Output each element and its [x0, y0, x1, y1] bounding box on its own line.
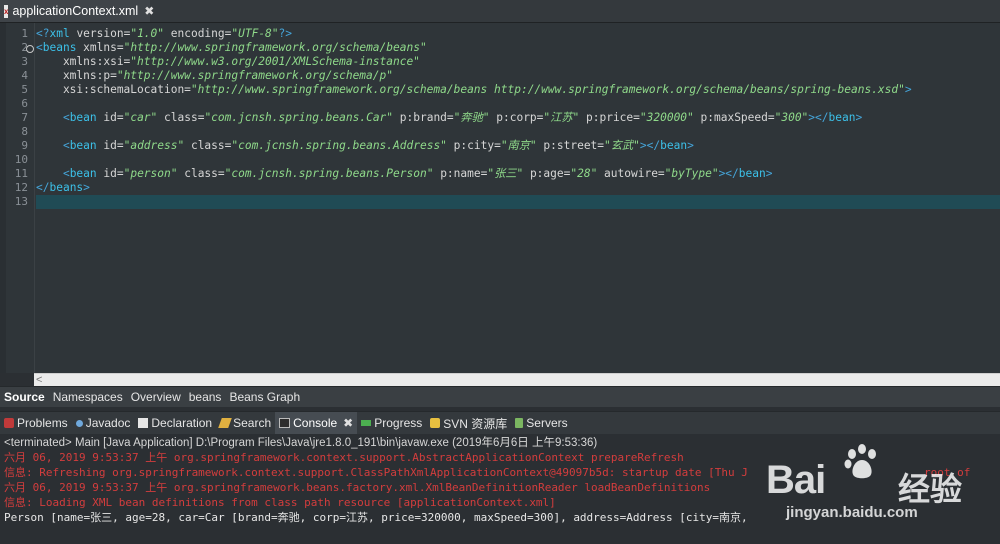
- code-line-9: <bean id="address" class="com.jcnsh.spri…: [36, 139, 694, 152]
- tab-servers[interactable]: Servers: [511, 412, 571, 434]
- tab-javadoc[interactable]: Javadoc: [72, 412, 135, 434]
- horizontal-scrollbar[interactable]: <: [34, 373, 1000, 387]
- editor-tab-bar: x applicationContext.xml ✖: [0, 0, 1000, 23]
- tab-label: Javadoc: [85, 416, 131, 430]
- tab-source[interactable]: Source: [0, 387, 49, 407]
- tab-label: Declaration: [151, 416, 213, 430]
- tab-label: Servers: [526, 416, 568, 430]
- line-number-gutter: 1 2 3 4 5 6 7 8 9 10 11 12 13: [6, 23, 35, 373]
- code-editor[interactable]: 1 2 3 4 5 6 7 8 9 10 11 12 13 <?xml vers…: [0, 23, 1000, 373]
- svn-icon: [430, 418, 441, 428]
- code-line-3: xmlns:xsi="http://www.w3.org/2001/XMLSch…: [36, 55, 420, 68]
- code-line-11: <bean id="person" class="com.jcnsh.sprin…: [36, 167, 773, 180]
- xml-file-icon: x: [4, 4, 9, 18]
- tab-label: Search: [233, 416, 272, 430]
- line-number: 13: [14, 195, 28, 208]
- console-line: 信息: Loading XML bean definitions from cl…: [4, 496, 556, 509]
- tab-overview[interactable]: Overview: [127, 387, 185, 407]
- console-line: 六月 06, 2019 9:53:37 上午 org.springframewo…: [4, 481, 711, 494]
- declaration-icon: [138, 418, 149, 428]
- code-line-1: <?xml version="1.0" encoding="UTF-8"?>: [36, 27, 293, 40]
- close-icon[interactable]: ✖: [343, 416, 353, 430]
- tab-namespaces[interactable]: Namespaces: [49, 387, 127, 407]
- console-output[interactable]: <terminated> Main [Java Application] D:\…: [0, 434, 1000, 544]
- line-number: 9: [21, 139, 28, 152]
- tab-svn-repository[interactable]: SVN 资源库: [426, 412, 511, 434]
- tab-label: Progress: [374, 416, 423, 430]
- line-number: 6: [21, 97, 28, 110]
- line-number: 10: [14, 153, 28, 166]
- tab-progress[interactable]: Progress: [357, 412, 426, 434]
- code-lines: <?xml version="1.0" encoding="UTF-8"?> <…: [36, 23, 1000, 373]
- editor-tab-label: applicationContext.xml: [12, 4, 139, 18]
- close-icon[interactable]: ✖: [144, 4, 154, 18]
- problems-icon: [4, 418, 14, 428]
- view-tab-bar: Problems Javadoc Declaration Search Cons…: [0, 411, 1000, 435]
- progress-icon: [361, 420, 372, 426]
- console-line: Person [name=张三, age=28, car=Car [brand=…: [4, 511, 748, 524]
- editor-tab-applicationcontext[interactable]: x applicationContext.xml ✖: [0, 0, 154, 22]
- search-icon: [218, 418, 232, 428]
- console-status: <terminated> Main [Java Application] D:\…: [4, 437, 598, 449]
- console-icon: [279, 418, 291, 428]
- line-number: 4: [21, 69, 28, 82]
- tab-label: Problems: [17, 416, 68, 430]
- line-number: 5: [21, 83, 28, 96]
- servers-icon: [515, 418, 524, 428]
- console-line: 六月 06, 2019 9:53:37 上午 org.springframewo…: [4, 451, 684, 464]
- tab-beans[interactable]: beans: [185, 387, 226, 407]
- line-number: 7: [21, 111, 28, 124]
- fold-toggle-icon[interactable]: [26, 45, 34, 53]
- line-number: 3: [21, 55, 28, 68]
- code-line-2: <beans xmlns="http://www.springframework…: [36, 41, 427, 54]
- line-number: 2: [21, 41, 28, 54]
- line-number: 8: [21, 125, 28, 138]
- code-line-4: xmlns:p="http://www.springframework.org/…: [36, 69, 393, 82]
- tab-problems[interactable]: Problems: [0, 412, 72, 434]
- tab-beans-graph[interactable]: Beans Graph: [225, 387, 304, 407]
- tab-console[interactable]: Console ✖: [275, 412, 358, 434]
- line-number: 1: [21, 27, 28, 40]
- line-number: 12: [14, 181, 28, 194]
- editor-page-tabs: Source Namespaces Overview beans Beans G…: [0, 386, 1000, 407]
- console-line: 信息: Refreshing org.springframework.conte…: [4, 466, 971, 479]
- tab-declaration[interactable]: Declaration: [134, 412, 216, 434]
- tab-search[interactable]: Search: [216, 412, 275, 434]
- line-number: 11: [14, 167, 28, 180]
- code-line-12: </beans>: [36, 181, 90, 194]
- javadoc-icon: [75, 419, 83, 427]
- tab-label: Console: [293, 416, 338, 430]
- code-line-5: xsi:schemaLocation="http://www.springfra…: [36, 83, 912, 96]
- code-line-7: <bean id="car" class="com.jcnsh.spring.b…: [36, 111, 863, 124]
- tab-label: SVN 资源库: [443, 416, 508, 431]
